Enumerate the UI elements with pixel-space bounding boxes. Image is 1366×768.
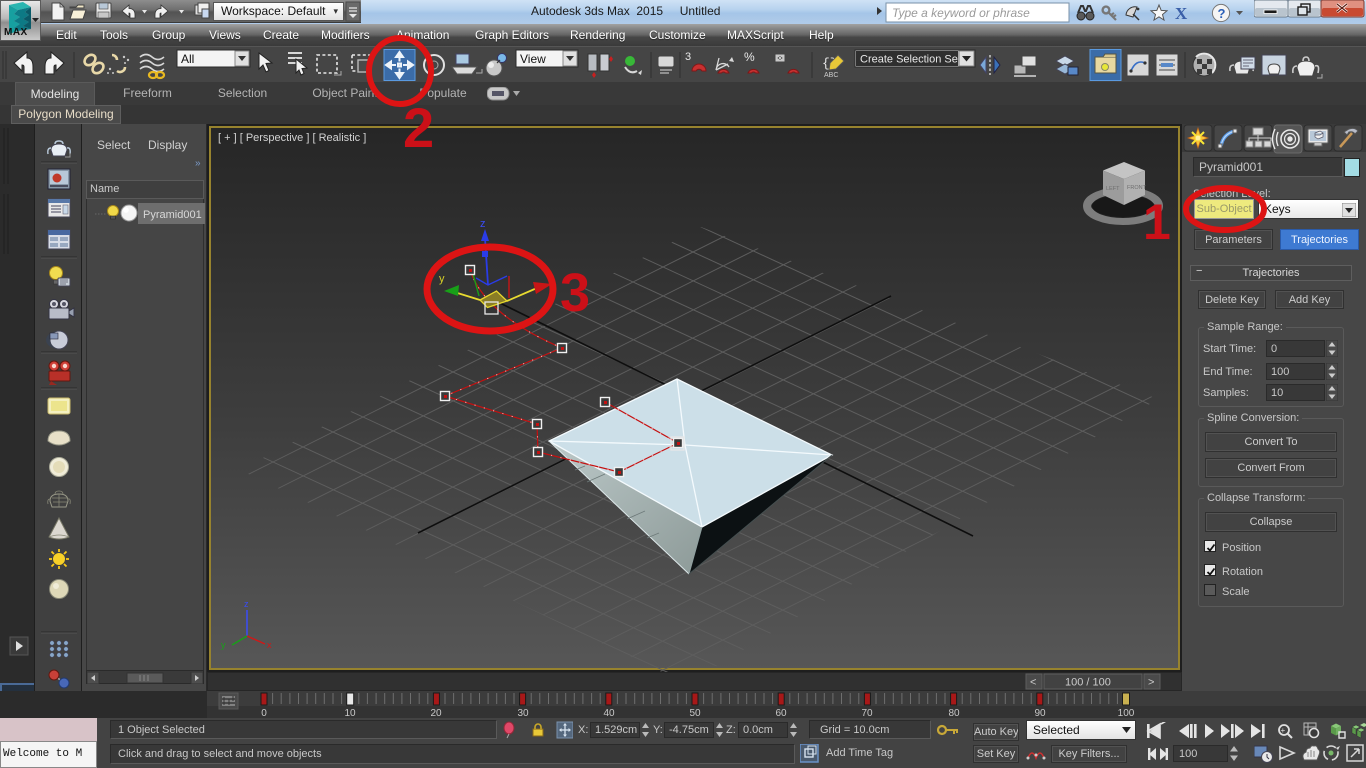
- svg-text:3: 3: [685, 51, 691, 63]
- svg-text:[ + ] [ Perspective ] [ Realis: [ + ] [ Perspective ] [ Realistic ]: [218, 132, 366, 144]
- svg-text:z: z: [480, 218, 486, 230]
- svg-text:LEFT: LEFT: [1106, 186, 1120, 192]
- svg-text:y: y: [221, 640, 226, 650]
- svg-text:100 / 100: 100 / 100: [1065, 677, 1111, 689]
- svg-text:60: 60: [775, 708, 787, 718]
- svg-text:>: >: [1148, 677, 1154, 689]
- svg-text:10: 10: [344, 708, 356, 718]
- svg-text:Pyramid001: Pyramid001: [143, 209, 202, 221]
- svg-text:70: 70: [861, 708, 873, 718]
- svg-text:Create Selection Se: Create Selection Se: [860, 54, 958, 66]
- svg-text:z: z: [244, 599, 249, 609]
- svg-text:View: View: [520, 52, 546, 66]
- svg-text:?: ?: [1218, 6, 1226, 21]
- svg-text:40: 40: [603, 708, 615, 718]
- svg-text:Type a keyword or phrase: Type a keyword or phrase: [892, 6, 1030, 20]
- svg-text:50: 50: [689, 708, 701, 718]
- svg-text:x: x: [267, 640, 272, 650]
- svg-text:FRONT: FRONT: [1127, 185, 1147, 191]
- svg-text:30: 30: [517, 708, 529, 718]
- svg-text:80: 80: [948, 708, 960, 718]
- svg-text:+: +: [1281, 726, 1286, 735]
- svg-text:y: y: [439, 273, 445, 285]
- svg-text:0: 0: [261, 708, 267, 718]
- svg-text:X: X: [1175, 4, 1188, 23]
- svg-text:20: 20: [430, 708, 442, 718]
- svg-text:All: All: [181, 52, 194, 66]
- svg-text:<: <: [1030, 677, 1036, 689]
- svg-text:ABC: ABC: [824, 72, 838, 79]
- svg-text:100: 100: [1118, 708, 1135, 718]
- svg-text:%: %: [744, 50, 755, 64]
- svg-text:90: 90: [1034, 708, 1046, 718]
